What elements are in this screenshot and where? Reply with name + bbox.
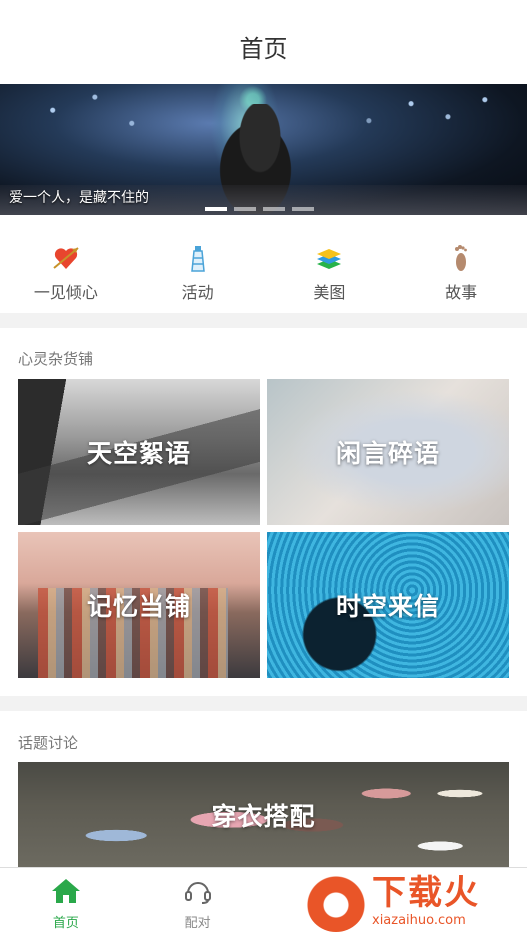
carousel-dot[interactable] (234, 207, 256, 211)
quick-nav-story[interactable]: 故事 (395, 215, 527, 313)
quick-nav-label: 活动 (181, 283, 214, 302)
topic-label: 穿衣搭配 (211, 801, 316, 831)
quick-nav-label: 美图 (313, 283, 346, 302)
topic-card[interactable]: 穿衣搭配 (18, 762, 509, 867)
tab-label: 首页 (52, 916, 79, 931)
tile-label: 记忆当铺 (86, 592, 191, 621)
carousel-dot[interactable] (205, 207, 227, 211)
quick-nav-label: 故事 (445, 283, 478, 302)
tab-match[interactable]: 配对 (132, 868, 264, 938)
home-icon (51, 878, 81, 908)
tile-label: 时空来信 (335, 592, 440, 621)
store-tile[interactable]: 闲言碎语 (267, 379, 509, 525)
carousel-indicator (205, 207, 314, 211)
lighthouse-icon (183, 243, 213, 273)
heart-arrow-icon (51, 243, 81, 273)
header-bar: 首页 (0, 0, 527, 84)
tile-label: 闲言碎语 (335, 439, 440, 468)
quick-nav-love[interactable]: 一见倾心 (0, 215, 132, 313)
carousel-dot[interactable] (292, 207, 314, 211)
page-title: 首页 (239, 34, 288, 63)
footprint-icon (446, 243, 476, 273)
watermark-logo: 下载火 xiazaihuo.com (306, 866, 527, 937)
watermark-brand: 下载火 (372, 873, 480, 913)
layers-icon (314, 243, 344, 273)
watermark-flame-icon (306, 871, 366, 932)
tab-label: 配对 (184, 916, 211, 931)
headset-icon (183, 878, 213, 908)
quick-nav-activity[interactable]: 活动 (132, 215, 264, 313)
store-tile[interactable]: 时空来信 (267, 532, 509, 678)
carousel-dot[interactable] (263, 207, 285, 211)
store-tile[interactable]: 天空絮语 (18, 379, 260, 525)
watermark-url: xiazaihuo.com (372, 913, 466, 928)
banner-caption: 爱一个人，是藏不住的 (9, 190, 149, 206)
banner-carousel[interactable]: 爱一个人，是藏不住的 (0, 84, 527, 215)
section-title: 心灵杂货铺 (18, 350, 94, 368)
quick-nav: 一见倾心 活动 美图 故事 (0, 215, 527, 313)
tab-home[interactable]: 首页 (0, 868, 132, 938)
quick-nav-label: 一见倾心 (33, 283, 98, 302)
section-title: 话题讨论 (18, 734, 79, 752)
tile-label: 天空絮语 (86, 439, 191, 468)
quick-nav-gallery[interactable]: 美图 (264, 215, 396, 313)
store-tile[interactable]: 记忆当铺 (18, 532, 260, 678)
